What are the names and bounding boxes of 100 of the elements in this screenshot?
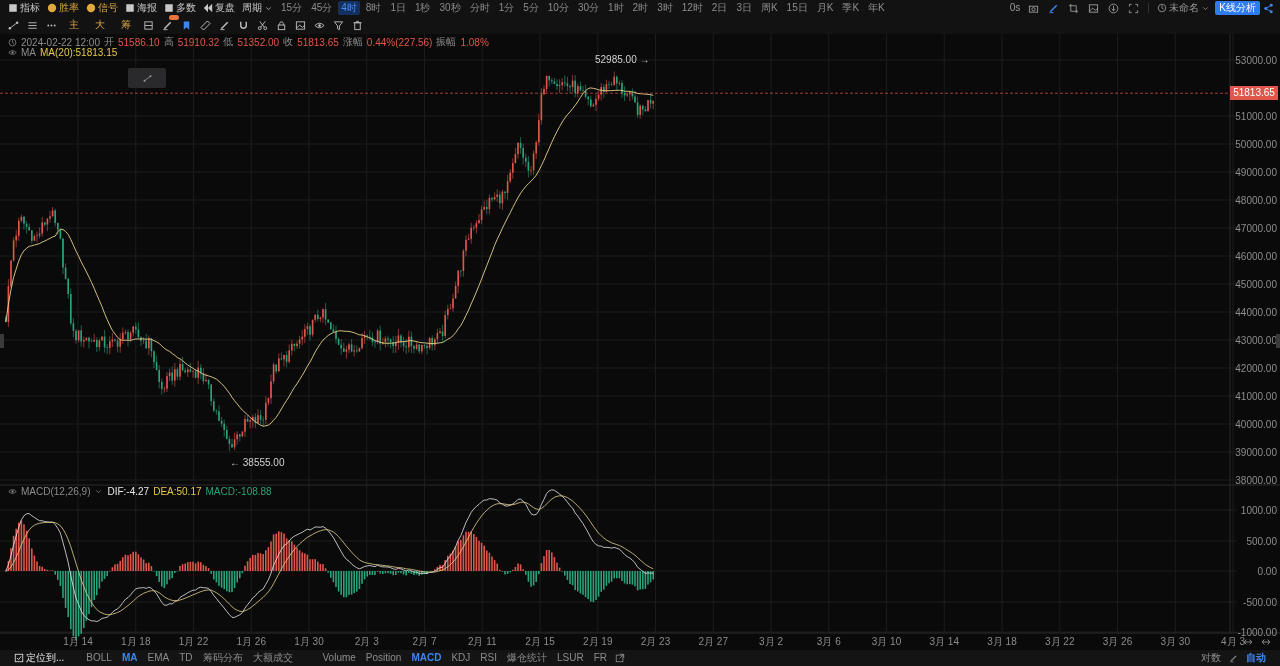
interval-tab[interactable]: 1分 <box>495 1 518 15</box>
chart-mode-button[interactable]: 筹 <box>117 18 135 32</box>
interval-tab[interactable]: 10分 <box>544 1 572 15</box>
legend-value: 51813.65 <box>297 36 339 48</box>
date-axis-label: 3月 6 <box>816 636 841 647</box>
chart-mode-button[interactable]: 大 <box>91 18 109 32</box>
interval-tab[interactable]: 2时 <box>629 1 652 15</box>
toolbar-button[interactable]: 指标 <box>6 1 42 15</box>
toolbar-button[interactable]: 海报 <box>123 1 159 15</box>
interval-tab[interactable]: 1日 <box>387 1 409 15</box>
indicator-tab[interactable]: MA <box>119 651 140 665</box>
date-axis-label: 2月 19 <box>583 636 613 647</box>
interval-tab[interactable]: 分时 <box>466 1 493 15</box>
locate-button[interactable]: 定位到... <box>12 651 67 665</box>
legend-value: 51586.10 <box>117 36 160 48</box>
macd-axis-label: 500.00 <box>1246 535 1277 547</box>
date-axis-label: 2月 27 <box>698 636 728 647</box>
indicator-tab[interactable]: Volume <box>320 651 358 665</box>
indicator-tab[interactable]: LSUR <box>555 651 586 665</box>
price-axis-label: 53000.00 <box>1235 54 1277 66</box>
interval-tab[interactable]: 3时 <box>654 1 676 15</box>
date-axis-label: 3月 22 <box>1045 636 1075 647</box>
interval-tab[interactable]: 季K <box>839 1 863 15</box>
scale-option[interactable]: 对数 <box>1199 651 1223 665</box>
interval-tab[interactable]: 月K <box>813 1 837 15</box>
macd-axis-label: 1000.00 <box>1240 504 1277 516</box>
date-axis-label: 3月 10 <box>871 636 902 647</box>
interval-tab[interactable]: 30秒 <box>436 1 464 15</box>
legend-value: 0.44%(227.56) <box>366 36 433 48</box>
date-axis-label: 1月 22 <box>178 636 209 647</box>
date-axis-label: 3月 14 <box>929 636 959 647</box>
high-price-marker: 52985.00 → <box>595 54 650 65</box>
price-axis-label: 45000.00 <box>1235 278 1277 290</box>
indicator-tab[interactable]: KDJ <box>449 651 473 665</box>
price-axis-label: 42000.00 <box>1235 362 1277 374</box>
date-axis-label: 2月 3 <box>354 636 379 647</box>
refresh-interval-button[interactable]: 0s <box>1007 1 1023 15</box>
interval-tab[interactable]: 1秒 <box>411 1 434 15</box>
interval-tab[interactable]: 3日 <box>733 1 755 15</box>
date-axis-label: 3月 18 <box>987 636 1017 647</box>
price-axis-label: 38000.00 <box>1235 474 1277 486</box>
indicator-tab[interactable]: 大额成交 <box>250 651 295 665</box>
indicator-tab[interactable]: MACD <box>409 651 444 665</box>
legend-label: 振幅 <box>436 35 457 49</box>
interval-tab[interactable]: 1时 <box>605 1 627 15</box>
legend-label: 收 <box>283 35 294 49</box>
interval-tab[interactable]: 45分 <box>308 1 336 15</box>
chart-mode-button[interactable]: 主 <box>65 18 83 32</box>
indicator-tab[interactable]: BOLL <box>84 651 114 665</box>
macd-axis-label: 0.00 <box>1257 565 1277 577</box>
price-axis-label: 47000.00 <box>1235 222 1277 234</box>
interval-tab[interactable]: 15分 <box>278 1 306 15</box>
toolbar-button[interactable]: 多数 <box>162 1 198 15</box>
dif-value: DIF:-4.27 <box>107 486 150 497</box>
price-axis-label: 40000.00 <box>1235 418 1277 430</box>
indicator-tab[interactable]: 爆仓统计 <box>505 651 549 665</box>
indicator-name: MA <box>21 47 36 58</box>
interval-tab[interactable]: 年K <box>865 1 888 15</box>
legend-label: 低 <box>223 35 234 49</box>
price-axis-label: 44000.00 <box>1235 306 1277 318</box>
toolbar-button[interactable]: 复盘 <box>201 1 237 15</box>
legend-value: 1.08% <box>460 36 489 48</box>
interval-tab[interactable]: 12时 <box>678 1 706 15</box>
interval-tab[interactable]: 5分 <box>520 1 542 15</box>
indicator-tab[interactable]: TD <box>177 651 195 665</box>
price-axis-label: 51000.00 <box>1235 110 1277 122</box>
interval-tab[interactable]: 4时 <box>338 1 360 15</box>
date-axis-label: 1月 30 <box>294 636 324 647</box>
indicator-tab[interactable]: EMA <box>145 651 172 665</box>
macd-axis-label: -500.00 <box>1243 596 1277 608</box>
toolbar-button[interactable]: 信号 <box>84 1 120 15</box>
interval-tab[interactable]: 2日 <box>708 1 731 15</box>
legend-value: 51352.00 <box>237 36 280 48</box>
toolbar-button[interactable]: 胜率 <box>45 1 81 15</box>
date-axis-label: 1月 14 <box>63 636 93 647</box>
legend-label: 高 <box>163 35 174 49</box>
date-axis-label: 3月 30 <box>1160 636 1190 647</box>
indicator-tab[interactable]: FR <box>591 651 610 665</box>
indicator-tab[interactable]: 筹码分布 <box>200 651 245 665</box>
period-dropdown[interactable]: 周期 <box>240 1 275 15</box>
last-price-label: 51813.65 <box>1230 86 1278 101</box>
price-axis-label: 46000.00 <box>1235 250 1277 262</box>
layout-dropdown[interactable]: 未命名 <box>1155 1 1213 15</box>
date-axis-label: 1月 26 <box>236 636 266 647</box>
date-axis-label: 1月 18 <box>121 636 151 647</box>
interval-tab[interactable]: 30分 <box>574 1 602 15</box>
price-axis-label: 43000.00 <box>1235 334 1277 346</box>
interval-tab[interactable]: 8时 <box>362 1 385 15</box>
date-axis-label: 2月 15 <box>525 636 555 647</box>
interval-tab[interactable]: 周K <box>757 1 781 15</box>
date-axis-label: 2月 23 <box>640 636 671 647</box>
indicator-tab[interactable]: RSI <box>478 651 499 665</box>
legend-value: 51910.32 <box>177 36 220 48</box>
indicator-tab[interactable]: Position <box>363 651 404 665</box>
date-axis-label: 4月 3 <box>1221 636 1245 647</box>
analysis-button[interactable]: K线分析 <box>1215 1 1260 15</box>
interval-tab[interactable]: 15日 <box>783 1 811 15</box>
price-axis-label: 49000.00 <box>1235 166 1277 178</box>
legend-label: 涨幅 <box>342 35 363 49</box>
scale-option[interactable]: 自动 <box>1244 651 1268 665</box>
